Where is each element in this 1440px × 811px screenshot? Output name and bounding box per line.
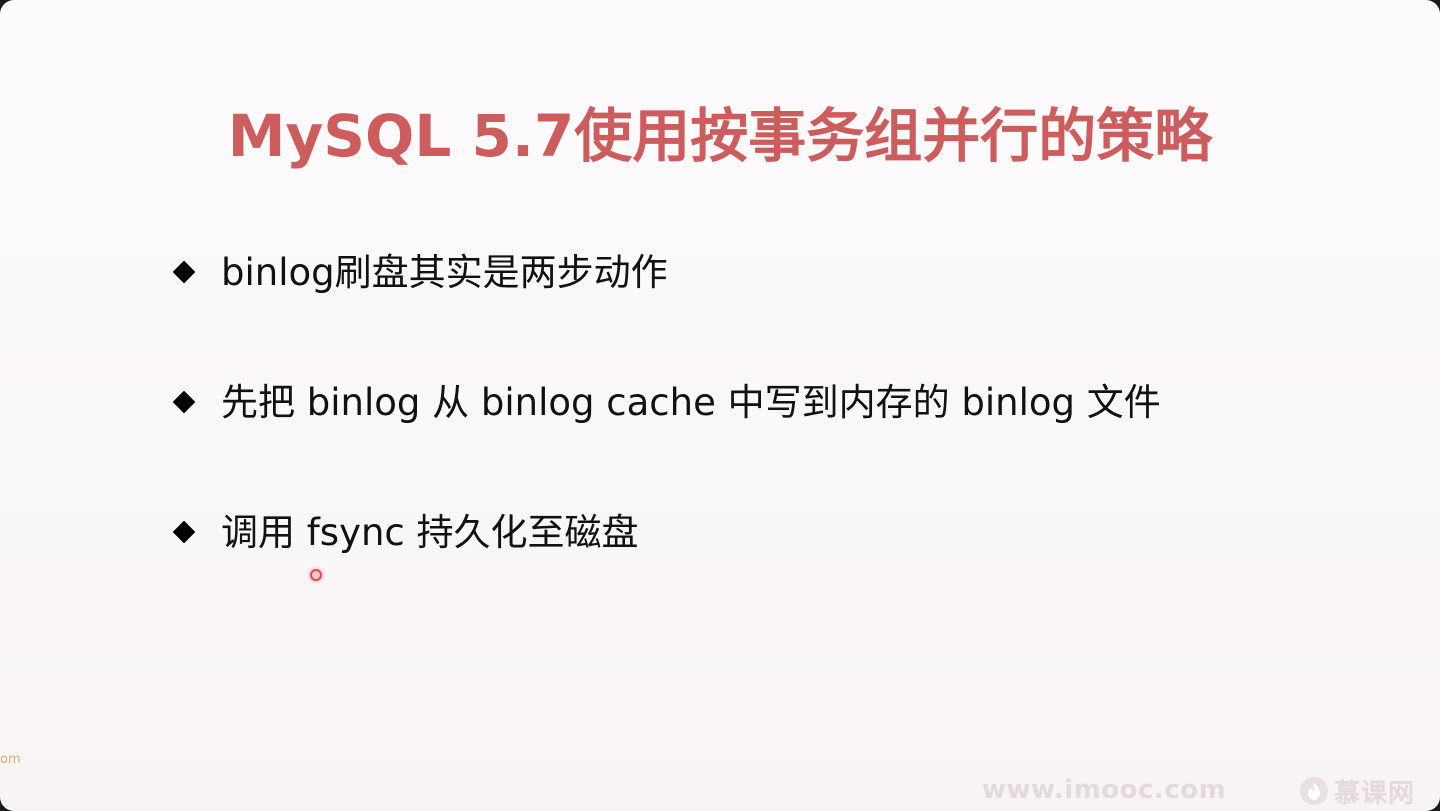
bullet-item: 调用 fsync 持久化至磁盘 xyxy=(170,500,1161,630)
diamond-bullet-icon xyxy=(170,370,202,440)
brand-name: 慕课网 xyxy=(1334,778,1416,809)
diamond-bullet-icon xyxy=(170,500,202,570)
flame-icon xyxy=(1300,777,1328,805)
diamond-bullet-icon xyxy=(170,240,202,310)
bullet-item: 先把 binlog 从 binlog cache 中写到内存的 binlog 文… xyxy=(170,370,1161,500)
left-edge-text: om xyxy=(0,752,21,767)
bullet-text: 调用 fsync 持久化至磁盘 xyxy=(221,511,639,554)
bullet-text: binlog刷盘其实是两步动作 xyxy=(221,251,668,294)
slide: MySQL 5.7使用按事务组并行的策略 binlog刷盘其实是两步动作 先把 … xyxy=(0,0,1440,811)
bullet-item: binlog刷盘其实是两步动作 xyxy=(170,240,1161,370)
bullet-text: 先把 binlog 从 binlog cache 中写到内存的 binlog 文… xyxy=(221,381,1161,424)
watermark-url: www.imooc.com xyxy=(982,775,1227,805)
brand-logo: 慕课网 xyxy=(1300,772,1415,810)
slide-title: MySQL 5.7使用按事务组并行的策略 xyxy=(227,102,1213,170)
mouse-cursor-indicator xyxy=(310,569,322,581)
